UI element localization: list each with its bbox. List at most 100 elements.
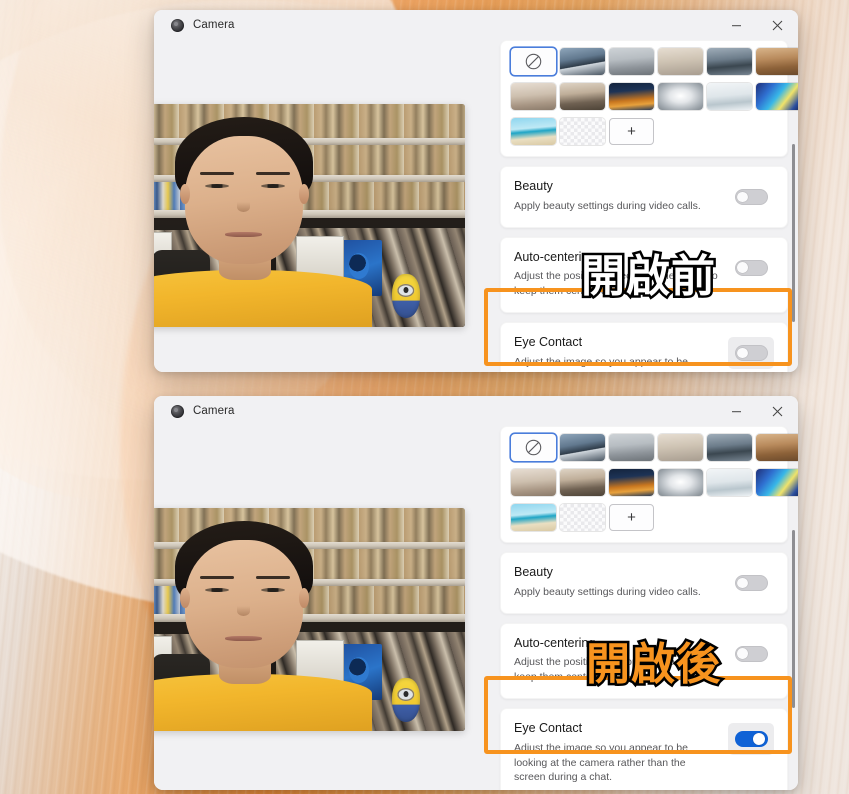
camera-lens-icon <box>171 404 184 418</box>
background-thumb-night-city[interactable] <box>609 469 654 496</box>
background-thumb-shelf-room[interactable] <box>560 469 605 496</box>
person-eye-right <box>261 588 285 592</box>
toggle-wrap-beauty[interactable] <box>728 567 774 599</box>
background-thumb-bridge-walkway[interactable] <box>707 434 752 461</box>
person-eye-right <box>261 184 285 188</box>
background-thumb-shelf-room[interactable] <box>560 83 605 110</box>
background-thumb-modern-room[interactable] <box>609 48 654 75</box>
background-thumb-snow-mountain[interactable] <box>707 83 752 110</box>
setting-title-auto-centering: Auto-centering <box>514 249 596 264</box>
background-thumb-night-city[interactable] <box>609 83 654 110</box>
add-background-button[interactable]: + <box>609 118 654 145</box>
close-icon[interactable] <box>757 396 798 426</box>
preview-stage-after <box>154 426 494 790</box>
camera-window-after[interactable]: Camera + Beauty Apply beauty settings du… <box>154 396 798 790</box>
setting-description-auto-centering: Adjust the position of people in the ima… <box>514 656 718 684</box>
background-thumbnail-grid-after[interactable]: + <box>511 434 798 531</box>
setting-title-eye-contact: Eye Contact <box>514 334 583 349</box>
settings-scrollbar-thumb[interactable] <box>792 144 795 322</box>
setting-row-eye-contact[interactable]: Eye Contact Adjust the image so you appe… <box>500 707 788 790</box>
person-nose <box>237 606 250 616</box>
setting-text-auto-centering: Auto-centering Adjust the position of pe… <box>514 636 718 685</box>
background-thumb-living-room[interactable] <box>511 469 556 496</box>
background-thumb-wooden-interior[interactable] <box>756 434 798 461</box>
background-thumb-blur-effect[interactable] <box>658 469 703 496</box>
webcam-scene <box>154 104 465 327</box>
window-body-before: + Beauty Apply beauty settings during vi… <box>154 40 798 372</box>
background-thumb-no-background[interactable] <box>511 434 556 461</box>
toggle-wrap-auto-centering[interactable] <box>728 638 774 670</box>
toggle-beauty[interactable] <box>734 575 768 591</box>
background-thumb-snow-mountain[interactable] <box>707 469 752 496</box>
setting-description-eye-contact: Adjust the image so you appear to be loo… <box>514 355 688 372</box>
background-thumb-wooden-interior[interactable] <box>756 48 798 75</box>
person-head <box>185 136 303 264</box>
person-ear-right <box>299 184 309 204</box>
background-thumb-living-room[interactable] <box>511 83 556 110</box>
minion-figure-right <box>392 678 420 722</box>
person-ear-right <box>299 588 309 608</box>
background-thumb-transparent[interactable] <box>560 118 605 145</box>
toggle-auto-centering[interactable] <box>734 259 768 276</box>
person-eye-left <box>205 588 229 592</box>
preview-stage-before <box>154 40 494 372</box>
close-icon[interactable] <box>757 10 798 40</box>
background-thumb-beige-room[interactable] <box>658 48 703 75</box>
titlebar-after[interactable]: Camera <box>154 396 798 426</box>
background-thumb-abstract-waves[interactable] <box>756 469 798 496</box>
toggle-eye-contact[interactable] <box>734 730 768 747</box>
background-picker-card-before[interactable]: + <box>500 40 798 157</box>
toggle-knob <box>737 262 748 273</box>
setting-row-auto-centering[interactable]: Auto-centering Adjust the position of pe… <box>500 622 788 699</box>
background-thumb-beige-room[interactable] <box>658 434 703 461</box>
webcam-scene <box>154 508 465 731</box>
person-brow-left <box>200 576 234 579</box>
setting-title-eye-contact: Eye Contact <box>514 720 583 735</box>
setting-row-eye-contact[interactable]: Eye Contact Adjust the image so you appe… <box>500 321 788 372</box>
background-thumb-no-background[interactable] <box>511 48 556 75</box>
background-thumbnail-grid-before[interactable]: + <box>511 48 798 145</box>
background-picker-card-after[interactable]: + <box>500 426 798 543</box>
person-head <box>185 540 303 668</box>
minimize-button[interactable] <box>716 10 757 40</box>
toggle-auto-centering[interactable] <box>734 645 768 662</box>
background-thumb-blur-effect[interactable] <box>658 83 703 110</box>
window-controls-after[interactable] <box>716 396 798 426</box>
setting-title-beauty: Beauty <box>514 565 553 579</box>
window-title: Camera <box>193 405 235 417</box>
background-thumb-modern-room[interactable] <box>609 434 654 461</box>
toggle-wrap-auto-centering[interactable] <box>728 252 774 284</box>
background-thumb-bridge-walkway[interactable] <box>707 48 752 75</box>
toggle-wrap-beauty[interactable] <box>728 181 774 213</box>
toggle-eye-contact[interactable] <box>734 344 768 361</box>
camera-preview-after[interactable] <box>154 508 465 731</box>
toggle-wrap-eye-contact[interactable] <box>728 722 774 755</box>
toggle-beauty[interactable] <box>734 189 768 205</box>
add-background-button[interactable]: + <box>609 504 654 531</box>
setting-row-beauty[interactable]: Beauty Apply beauty settings during vide… <box>500 552 788 614</box>
camera-lens-icon <box>171 18 184 32</box>
background-thumb-abstract-waves[interactable] <box>756 83 798 110</box>
settings-scroll-before: + Beauty Apply beauty settings during vi… <box>494 40 798 372</box>
toggle-wrap-eye-contact[interactable] <box>728 336 774 369</box>
titlebar-before[interactable]: Camera <box>154 10 798 40</box>
background-thumb-beach-palm[interactable] <box>511 504 556 531</box>
background-thumb-beach-palm[interactable] <box>511 118 556 145</box>
setting-title-beauty: Beauty <box>514 179 553 193</box>
desktop-wallpaper: Camera + Beauty Apply beauty settings du… <box>0 0 849 794</box>
background-thumb-highway-road[interactable] <box>560 48 605 75</box>
setting-title-auto-centering: Auto-centering <box>514 635 596 650</box>
minimize-button[interactable] <box>716 396 757 426</box>
background-thumb-highway-road[interactable] <box>560 434 605 461</box>
setting-row-beauty[interactable]: Beauty Apply beauty settings during vide… <box>500 166 788 228</box>
camera-window-before[interactable]: Camera + Beauty Apply beauty settings du… <box>154 10 798 372</box>
settings-scrollbar-thumb[interactable] <box>792 530 795 708</box>
settings-pane-after[interactable]: + Beauty Apply beauty settings during vi… <box>494 426 798 790</box>
person-brow-right <box>256 172 290 175</box>
camera-preview-before[interactable] <box>154 104 465 327</box>
person-brow-right <box>256 576 290 579</box>
setting-row-auto-centering[interactable]: Auto-centering Adjust the position of pe… <box>500 236 788 313</box>
window-controls-before[interactable] <box>716 10 798 40</box>
settings-pane-before[interactable]: + Beauty Apply beauty settings during vi… <box>494 40 798 372</box>
background-thumb-transparent[interactable] <box>560 504 605 531</box>
